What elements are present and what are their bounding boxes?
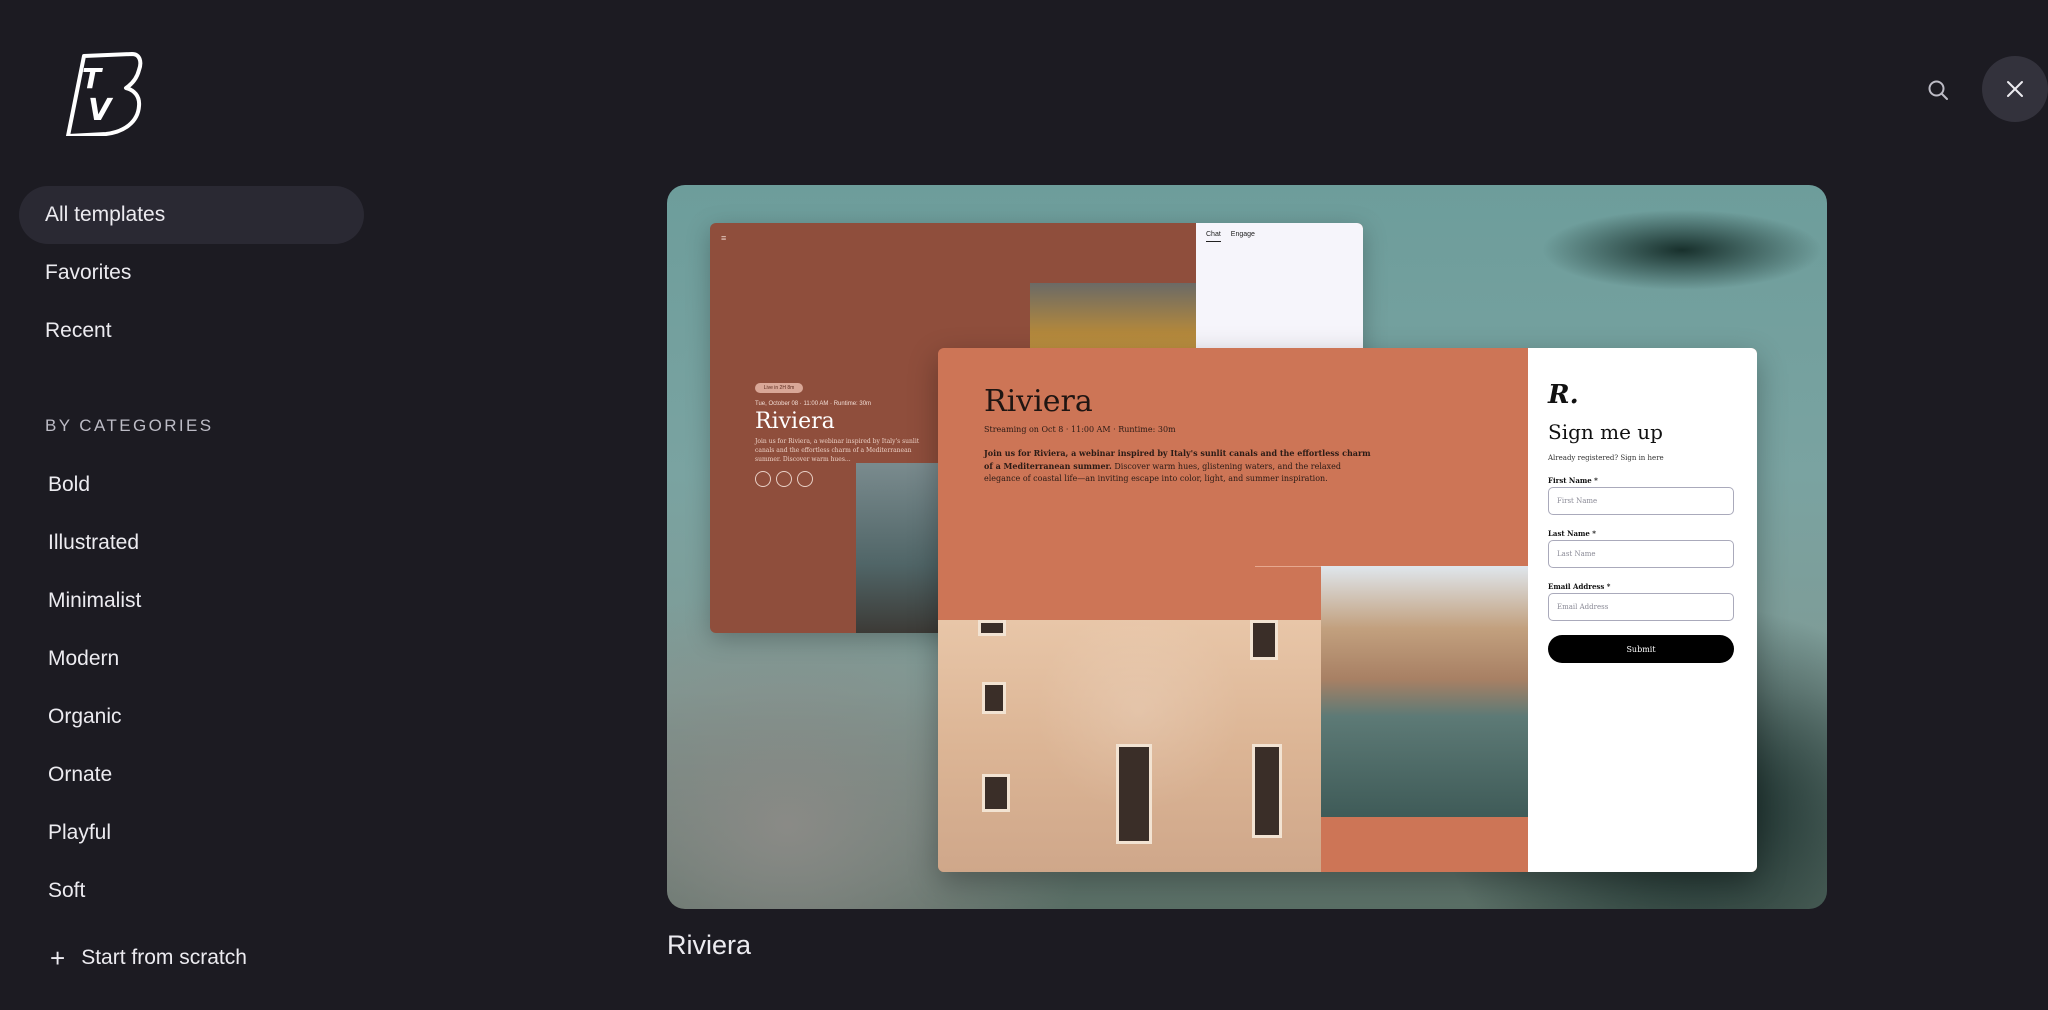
svg-text:V: V [88, 93, 114, 128]
close-icon [2007, 81, 2023, 97]
template-name: Riviera [667, 930, 752, 960]
svg-text:T: T [82, 62, 103, 95]
event-meta: Tue, October 08 · 11:00 AM · Runtime: 30… [755, 401, 872, 407]
plus-icon: + [50, 943, 66, 973]
menu-icon: ≡ [721, 233, 727, 243]
template-gallery: T V All templates Favorites Recent BY CA… [0, 0, 2048, 1010]
live-badge: Live in 2H 8m [755, 383, 803, 393]
form-logo: R. [1548, 380, 1579, 410]
search-icon [1928, 80, 1948, 100]
last-name-field: Last Name [1548, 540, 1734, 568]
preview-facade-photo [938, 620, 1321, 872]
brand-logo: T V [66, 52, 143, 136]
info-icon [755, 471, 771, 487]
tab-chat: Chat [1206, 231, 1221, 242]
first-name-field: First Name [1548, 487, 1734, 515]
category-minimalist[interactable]: Minimalist [48, 589, 141, 613]
category-soft[interactable]: Soft [48, 879, 85, 903]
template-preview-card[interactable]: ≡ Live in 2H 8m Tue, October 08 · 11:00 … [667, 185, 1827, 909]
first-name-label: First Name * [1548, 476, 1598, 485]
category-bold[interactable]: Bold [48, 473, 90, 497]
event-action-icons [755, 471, 813, 487]
registration-title: Riviera [984, 384, 1093, 419]
start-from-scratch-button[interactable]: + Start from scratch [50, 943, 247, 973]
preview-canal-photo [1321, 566, 1528, 817]
registration-meta: Streaming on Oct 8 · 11:00 AM · Runtime:… [984, 425, 1176, 434]
nav-all-templates[interactable]: All templates [19, 186, 364, 244]
window [982, 774, 1010, 812]
nav-recent[interactable]: Recent [19, 302, 364, 360]
window [982, 682, 1006, 714]
categories-heading: BY CATEGORIES [45, 416, 214, 435]
category-illustrated[interactable]: Illustrated [48, 531, 139, 555]
nav-label: Favorites [45, 261, 132, 284]
divider [1255, 566, 1325, 567]
window [1250, 620, 1278, 660]
chat-tabs: Chat Engage [1206, 231, 1255, 242]
signup-form: R. Sign me up Already registered? Sign i… [1528, 348, 1757, 872]
window [1116, 744, 1152, 844]
category-playful[interactable]: Playful [48, 821, 111, 845]
window [1252, 744, 1282, 838]
nav-favorites[interactable]: Favorites [19, 244, 364, 302]
category-modern[interactable]: Modern [48, 647, 119, 671]
form-heading: Sign me up [1548, 420, 1663, 444]
calendar-icon [776, 471, 792, 487]
event-title: Riviera [755, 409, 835, 434]
share-icon [797, 471, 813, 487]
search-button[interactable] [1918, 70, 1958, 110]
close-button[interactable] [1982, 56, 2048, 122]
nav-label: Recent [45, 319, 112, 342]
event-description: Join us for Riviera, a webinar inspired … [755, 438, 920, 463]
email-label: Email Address * [1548, 582, 1611, 591]
form-signin-link: Already registered? Sign in here [1548, 454, 1664, 462]
window [978, 620, 1006, 636]
registration-description: Join us for Riviera, a webinar inspired … [984, 447, 1374, 485]
category-organic[interactable]: Organic [48, 705, 122, 729]
email-field: Email Address [1548, 593, 1734, 621]
nav-label: All templates [45, 203, 166, 226]
last-name-label: Last Name * [1548, 529, 1596, 538]
tab-engage: Engage [1230, 231, 1255, 238]
start-from-scratch-label: Start from scratch [81, 946, 247, 969]
category-ornate[interactable]: Ornate [48, 763, 112, 787]
submit-button: Submit [1548, 635, 1734, 663]
preview-registration-mockup: Riviera Streaming on Oct 8 · 11:00 AM · … [938, 348, 1757, 872]
